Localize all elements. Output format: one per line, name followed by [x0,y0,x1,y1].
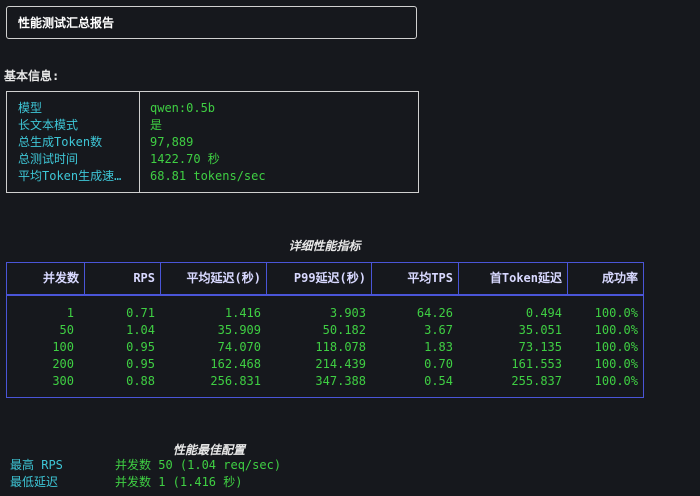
cell-avg-tps: 64.26 [416,306,453,320]
table-row: 100 0.95 74.070 118.078 1.83 73.135 100.… [7,339,643,356]
report-title-box: 性能测试汇总报告 [6,6,417,39]
cell-concurrency: 200 [52,357,74,371]
metrics-table: 并发数 RPS 平均延迟(秒) P99延迟(秒) 平均TPS 首Token延迟 … [6,262,644,398]
info-row: 总测试时间 1422.70 秒 [7,151,418,168]
best-config-row: 最高 RPS 并发数 50 (1.04 req/sec) [0,457,700,474]
info-value: 1422.70 秒 [150,152,220,166]
column-header-rps: RPS [133,271,155,285]
info-value: 是 [150,118,163,132]
cell-rps: 0.88 [126,374,155,388]
info-key: 平均Token生成速… [18,169,122,183]
info-key: 总测试时间 [18,152,79,166]
table-row: 50 1.04 35.909 50.182 3.67 35.051 100.0% [7,322,643,339]
basic-info-label: 基本信息: [4,69,60,83]
cell-avg-latency: 74.070 [217,340,261,354]
cell-first-token-latency: 255.837 [511,374,562,388]
info-row: 平均Token生成速… 68.81 tokens/sec [7,168,418,185]
info-row: 长文本模式 是 [7,117,418,134]
cell-avg-tps: 0.54 [424,374,453,388]
cell-p99-latency: 214.439 [315,357,366,371]
cell-avg-latency: 35.909 [217,323,261,337]
cell-success-rate: 100.0% [594,357,638,371]
cell-rps: 0.95 [126,340,155,354]
column-header-concurrency: 并发数 [42,271,79,285]
cell-first-token-latency: 0.494 [525,306,562,320]
cell-success-rate: 100.0% [594,340,638,354]
best-config-title: 性能最佳配置 [173,443,246,457]
cell-avg-latency: 256.831 [210,374,261,388]
metrics-table-title: 详细性能指标 [288,239,361,253]
cell-avg-latency: 1.416 [224,306,261,320]
cell-success-rate: 100.0% [594,323,638,337]
column-header-avg-tps: 平均TPS [407,271,453,285]
cell-avg-tps: 1.83 [424,340,453,354]
cell-success-rate: 100.0% [594,306,638,320]
cell-p99-latency: 347.388 [315,374,366,388]
cell-avg-tps: 0.70 [424,357,453,371]
column-header-success-rate: 成功率 [601,271,638,285]
best-config-value: 并发数 1 (1.416 秒) [115,475,243,489]
cell-concurrency: 50 [59,323,74,337]
table-row: 1 0.71 1.416 3.903 64.26 0.494 100.0% [7,305,643,322]
cell-p99-latency: 50.182 [322,323,366,337]
column-header-first-token-latency: 首Token延迟 [489,271,562,285]
table-row: 200 0.95 162.468 214.439 0.70 161.553 10… [7,356,643,373]
cell-rps: 0.71 [126,306,155,320]
cell-avg-latency: 162.468 [210,357,261,371]
column-header-avg-latency: 平均延迟(秒) [186,271,261,285]
cell-p99-latency: 118.078 [315,340,366,354]
cell-concurrency: 300 [52,374,74,388]
cell-first-token-latency: 73.135 [518,340,562,354]
cell-concurrency: 1 [66,306,74,320]
info-row: 总生成Token数 97,889 [7,134,418,151]
info-value: 97,889 [150,135,194,149]
basic-info-table: 模型 qwen:0.5b 长文本模式 是 总生成Token数 97,889 总测… [6,91,419,193]
cell-rps: 0.95 [126,357,155,371]
cell-avg-tps: 3.67 [424,323,453,337]
info-row: 模型 qwen:0.5b [7,100,418,117]
best-config-key: 最低延迟 [10,475,59,489]
column-header-p99-latency: P99延迟(秒) [293,271,366,285]
info-value: 68.81 tokens/sec [150,169,266,183]
cell-concurrency: 100 [52,340,74,354]
best-config-row: 最低延迟 并发数 1 (1.416 秒) [0,474,700,491]
best-config-key: 最高 RPS [10,458,63,472]
report-title: 性能测试汇总报告 [18,16,115,30]
cell-success-rate: 100.0% [594,374,638,388]
info-key: 总生成Token数 [18,135,103,149]
cell-first-token-latency: 35.051 [518,323,562,337]
cell-p99-latency: 3.903 [329,306,366,320]
table-row: 300 0.88 256.831 347.388 0.54 255.837 10… [7,373,643,390]
table-header-row: 并发数 RPS 平均延迟(秒) P99延迟(秒) 平均TPS 首Token延迟 … [7,263,643,296]
info-key: 模型 [18,101,43,115]
cell-rps: 1.04 [126,323,155,337]
cell-first-token-latency: 161.553 [511,357,562,371]
info-key: 长文本模式 [18,118,79,132]
info-value: qwen:0.5b [150,101,216,115]
best-config-value: 并发数 50 (1.04 req/sec) [115,458,282,472]
